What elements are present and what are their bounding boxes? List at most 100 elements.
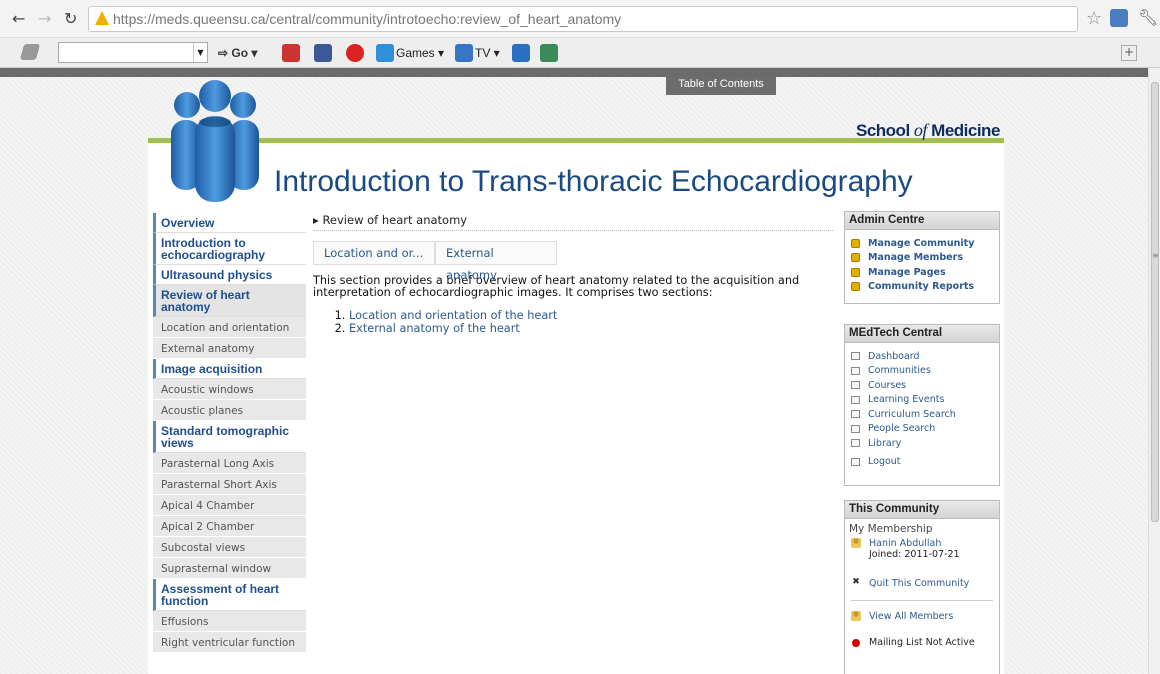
this-community-title: This Community xyxy=(845,501,999,519)
link-icon xyxy=(851,381,860,390)
tv-icon[interactable] xyxy=(455,44,473,62)
left-navigation: Overview Introduction to echocardiograph… xyxy=(153,213,306,653)
browser-address-bar: ← → ↻ https://meds.queensu.ca/central/co… xyxy=(0,0,1160,38)
extension-icon[interactable] xyxy=(1110,9,1128,27)
divider xyxy=(851,600,993,601)
page-viewport: Table of Contents Introduction to Trans-… xyxy=(0,68,1148,674)
breadcrumb: ▸ Review of heart anatomy xyxy=(313,213,833,231)
games-menu[interactable]: Games ▾ xyxy=(396,46,444,60)
scrollbar-grip-icon: ≡ xyxy=(1152,251,1159,260)
nav-sub-item[interactable]: Acoustic planes xyxy=(153,400,306,421)
nav-sub-item[interactable]: Parasternal Short Axis xyxy=(153,474,306,495)
add-tab-icon[interactable]: + xyxy=(1121,45,1137,61)
manage-community-link[interactable]: Manage Community xyxy=(845,236,999,251)
browser-toolbar: ▼ ⇨ Go ▾ Games ▾ TV ▾ + xyxy=(0,38,1160,68)
page-container: Introduction to Trans-thoracic Echocardi… xyxy=(148,138,1004,674)
member-name-link[interactable]: Hanin Abdullah xyxy=(849,537,995,549)
mailing-list-status: Mailing List Not Active xyxy=(849,636,995,651)
link-icon xyxy=(851,439,860,448)
nav-image-acquisition[interactable]: Image acquisition xyxy=(153,359,306,379)
section-tabs: Location and or... External anatomy xyxy=(313,241,833,282)
tab-external-anatomy[interactable]: External anatomy xyxy=(435,241,557,282)
games-icon[interactable] xyxy=(376,44,394,62)
nav-sub-item[interactable]: Effusions xyxy=(153,611,306,632)
learning-events-link[interactable]: Learning Events xyxy=(845,393,999,408)
breadcrumb-label: Review of heart anatomy xyxy=(322,213,468,227)
nav-sub-item[interactable]: Right ventricular function xyxy=(153,632,306,653)
view-all-members-link[interactable]: View All Members xyxy=(849,609,995,624)
list-item: External anatomy of the heart xyxy=(349,322,833,335)
link-icon xyxy=(851,366,860,375)
back-arrow-icon[interactable]: ← xyxy=(12,9,25,28)
link-location-orientation[interactable]: Location and orientation of the heart xyxy=(349,309,557,322)
list-item: Location and orientation of the heart xyxy=(349,309,833,322)
lock-icon xyxy=(851,238,860,248)
chevron-down-icon[interactable]: ▼ xyxy=(193,43,207,62)
quit-community-link[interactable]: ✖ Quit This Community xyxy=(849,576,995,590)
logout-link[interactable]: Logout xyxy=(845,455,999,470)
close-icon: ✖ xyxy=(852,577,860,587)
lock-icon xyxy=(851,282,860,292)
people-search-link[interactable]: People Search xyxy=(845,422,999,437)
toolbar-search-input[interactable]: ▼ xyxy=(58,42,208,63)
nav-sub-item[interactable]: Apical 4 Chamber xyxy=(153,495,306,516)
nav-sub-item[interactable]: Parasternal Long Axis xyxy=(153,453,306,474)
membership-label: My Membership xyxy=(849,523,933,535)
forward-arrow-icon[interactable]: → xyxy=(38,9,51,28)
nav-sub-item[interactable]: Subcostal views xyxy=(153,537,306,558)
community-reports-link[interactable]: Community Reports xyxy=(845,280,999,295)
nav-ultrasound-physics[interactable]: Ultrasound physics xyxy=(153,265,306,285)
section-list: Location and orientation of the heart Ex… xyxy=(349,309,833,335)
scrollbar-thumb[interactable] xyxy=(1151,82,1159,522)
status-dot-icon xyxy=(852,638,860,647)
link-icon xyxy=(851,424,860,433)
logout-icon xyxy=(851,457,860,466)
nav-sub-item[interactable]: Apical 2 Chamber xyxy=(153,516,306,537)
nav-tomographic-views[interactable]: Standard tomographic views xyxy=(153,421,306,453)
link-icon xyxy=(851,410,860,419)
page-title: Introduction to Trans-thoracic Echocardi… xyxy=(274,165,913,198)
go-button[interactable]: ⇨ Go ▾ xyxy=(218,46,257,60)
manage-members-link[interactable]: Manage Members xyxy=(845,251,999,266)
vertical-scrollbar[interactable]: ≡ xyxy=(1148,68,1160,674)
curriculum-search-link[interactable]: Curriculum Search xyxy=(845,407,999,422)
link-icon xyxy=(851,395,860,404)
intro-paragraph: This section provides a brief overview o… xyxy=(313,274,800,299)
nav-sub-item[interactable]: Location and orientation xyxy=(153,317,306,338)
facebook-icon[interactable] xyxy=(314,44,332,62)
warning-icon xyxy=(95,11,109,25)
nav-review-heart-anatomy[interactable]: Review of heart anatomy xyxy=(153,285,306,317)
reload-icon[interactable]: ↻ xyxy=(64,9,77,28)
medtech-central-title: MEdTech Central xyxy=(845,325,999,343)
nav-sub-item[interactable]: External anatomy xyxy=(153,338,306,359)
wrench-icon[interactable]: 🔧︎ xyxy=(1138,8,1158,27)
courses-link[interactable]: Courses xyxy=(845,378,999,393)
link-external-anatomy[interactable]: External anatomy of the heart xyxy=(349,322,520,335)
this-community-box: This Community My Membership Hanin Abdul… xyxy=(844,500,1000,674)
people-logo-icon xyxy=(171,80,259,202)
nav-overview[interactable]: Overview xyxy=(153,213,306,233)
tab-location-orientation[interactable]: Location and or... xyxy=(313,241,435,265)
photo-icon[interactable] xyxy=(540,44,558,62)
nav-assessment-heart-function[interactable]: Assessment of heart function xyxy=(153,579,306,611)
bookmark-star-icon[interactable]: ☆ xyxy=(1086,8,1102,29)
school-of-medicine-logo: School of Medicine xyxy=(856,120,1000,140)
table-of-contents-tab[interactable]: Table of Contents xyxy=(666,77,776,95)
nav-sub-item[interactable]: Suprasternal window xyxy=(153,558,306,579)
tv-menu[interactable]: TV ▾ xyxy=(475,46,500,60)
joined-date: Joined: 2011-07-21 xyxy=(869,549,960,560)
library-link[interactable]: Library xyxy=(845,436,999,451)
dashboard-link[interactable]: Dashboard xyxy=(845,349,999,364)
nav-sub-item[interactable]: Acoustic windows xyxy=(153,379,306,400)
chat-icon[interactable] xyxy=(512,44,530,62)
game-icon[interactable] xyxy=(346,44,364,62)
people-icon xyxy=(851,538,861,548)
url-text: https://meds.queensu.ca/central/communit… xyxy=(113,11,622,27)
nav-introduction[interactable]: Introduction to echocardiography xyxy=(153,233,306,265)
toolbar-logo-icon[interactable] xyxy=(19,44,41,60)
url-field[interactable]: https://meds.queensu.ca/central/communit… xyxy=(88,6,1078,32)
manage-pages-link[interactable]: Manage Pages xyxy=(845,265,999,280)
youtube-icon[interactable] xyxy=(282,44,300,62)
communities-link[interactable]: Communities xyxy=(845,364,999,379)
people-icon xyxy=(851,611,861,622)
